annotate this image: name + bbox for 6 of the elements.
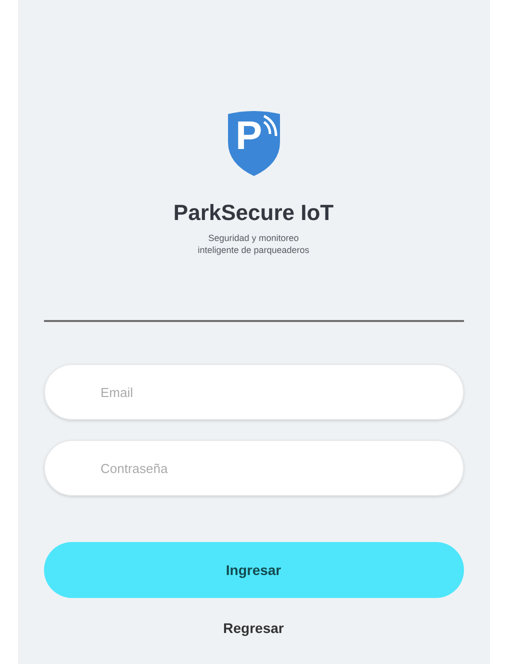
back-link[interactable]: Regresar xyxy=(223,618,284,639)
input-field[interactable]: Contraseña xyxy=(44,440,464,496)
input-field[interactable]: Email xyxy=(44,364,464,420)
login-button[interactable]: Ingresar xyxy=(44,542,464,598)
app-subtitle: Seguridad y monitoreo inteligente de parqueaderos xyxy=(196,232,310,256)
app-title: ParkSecure IoT xyxy=(173,202,334,224)
